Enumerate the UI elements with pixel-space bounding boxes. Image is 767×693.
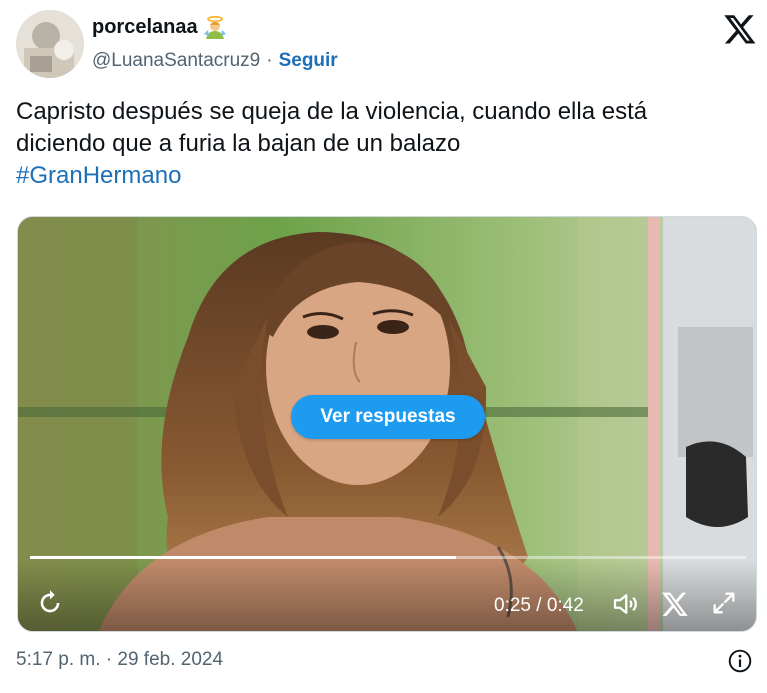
hashtag-link[interactable]: #GranHermano (16, 160, 756, 192)
video-player[interactable]: Ver respuestas 0:25 / 0:42 (17, 216, 757, 632)
author-name-row: porcelanaa (92, 14, 228, 40)
volume-icon[interactable] (610, 589, 640, 624)
avatar[interactable] (16, 10, 84, 78)
tweet-text-line-2: diciendo que a furia la bajan de un bala… (16, 130, 461, 157)
video-progress-fill (30, 556, 457, 559)
fullscreen-icon[interactable] (710, 589, 738, 622)
handle-row: @LuanaSantacruz9 · Seguir (92, 50, 338, 72)
author-handle[interactable]: @LuanaSantacruz9 (92, 50, 260, 72)
tweet-text: Capristo después se queja de la violenci… (16, 96, 756, 192)
video-progress-bar[interactable] (30, 556, 746, 559)
person-with-halo-emoji-icon (202, 14, 228, 40)
video-controls (18, 561, 756, 631)
x-logo-icon[interactable] (661, 590, 689, 623)
separator-dot: · (266, 50, 273, 71)
tweet-card: porcelanaa @LuanaSantacruz9 · Seguir Cap… (0, 0, 767, 693)
display-name[interactable]: porcelanaa (92, 16, 198, 39)
x-logo-icon[interactable] (723, 12, 757, 46)
info-icon[interactable] (727, 648, 753, 674)
video-time: 0:25 / 0:42 (494, 595, 584, 616)
tweet-text-line-1: Capristo después se queja de la violenci… (16, 98, 648, 125)
replay-icon[interactable] (36, 589, 64, 622)
view-replies-button[interactable]: Ver respuestas (291, 395, 485, 439)
tweet-timestamp[interactable]: 5:17 p. m. · 29 feb. 2024 (16, 649, 223, 671)
follow-button[interactable]: Seguir (279, 50, 338, 72)
